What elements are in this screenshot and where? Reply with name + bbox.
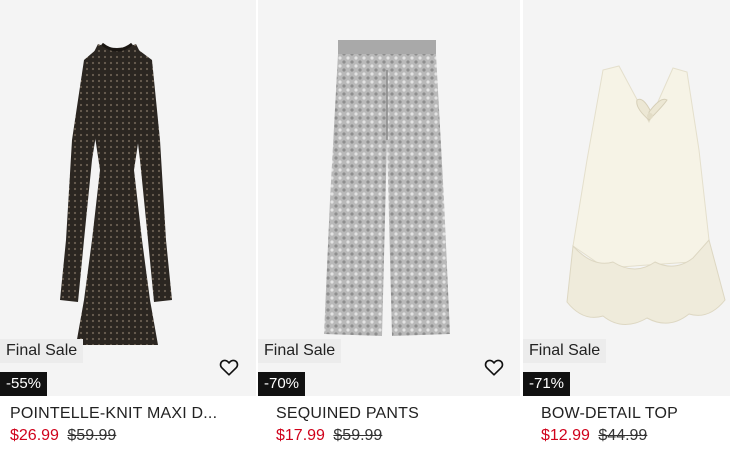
final-sale-badge: Final Sale [0, 339, 84, 363]
heart-icon[interactable] [483, 356, 505, 378]
sale-price: $17.99 [276, 427, 325, 444]
final-sale-badge: Final Sale [523, 339, 607, 363]
product-image[interactable] [258, 0, 520, 396]
heart-icon[interactable] [218, 356, 240, 378]
product-card[interactable]: Final Sale -70% SEQUINED PANTS $17.99 $5… [258, 0, 520, 455]
product-card[interactable]: Final Sale -71% BOW-DETAIL TOP $12.99 $4… [523, 0, 730, 455]
original-price: $44.99 [598, 427, 648, 444]
product-title[interactable]: BOW-DETAIL TOP [541, 405, 724, 423]
original-price: $59.99 [333, 427, 383, 444]
discount-badge: -71% [523, 372, 571, 396]
product-image[interactable] [0, 0, 256, 396]
product-title[interactable]: SEQUINED PANTS [276, 405, 514, 423]
product-prices: $12.99 $44.99 [541, 427, 647, 445]
product-title[interactable]: POINTELLE-KNIT MAXI D... [10, 405, 250, 423]
product-prices: $17.99 $59.99 [276, 427, 382, 445]
product-prices: $26.99 $59.99 [10, 427, 116, 445]
discount-badge: -55% [0, 372, 48, 396]
sale-price: $12.99 [541, 427, 590, 444]
product-image[interactable] [523, 0, 730, 396]
final-sale-badge: Final Sale [258, 339, 342, 363]
original-price: $59.99 [67, 427, 117, 444]
product-grid: Final Sale -55% POINTELLE-KNIT MAXI D...… [0, 0, 730, 455]
sale-price: $26.99 [10, 427, 59, 444]
product-card[interactable]: Final Sale -55% POINTELLE-KNIT MAXI D...… [0, 0, 256, 455]
discount-badge: -70% [258, 372, 306, 396]
